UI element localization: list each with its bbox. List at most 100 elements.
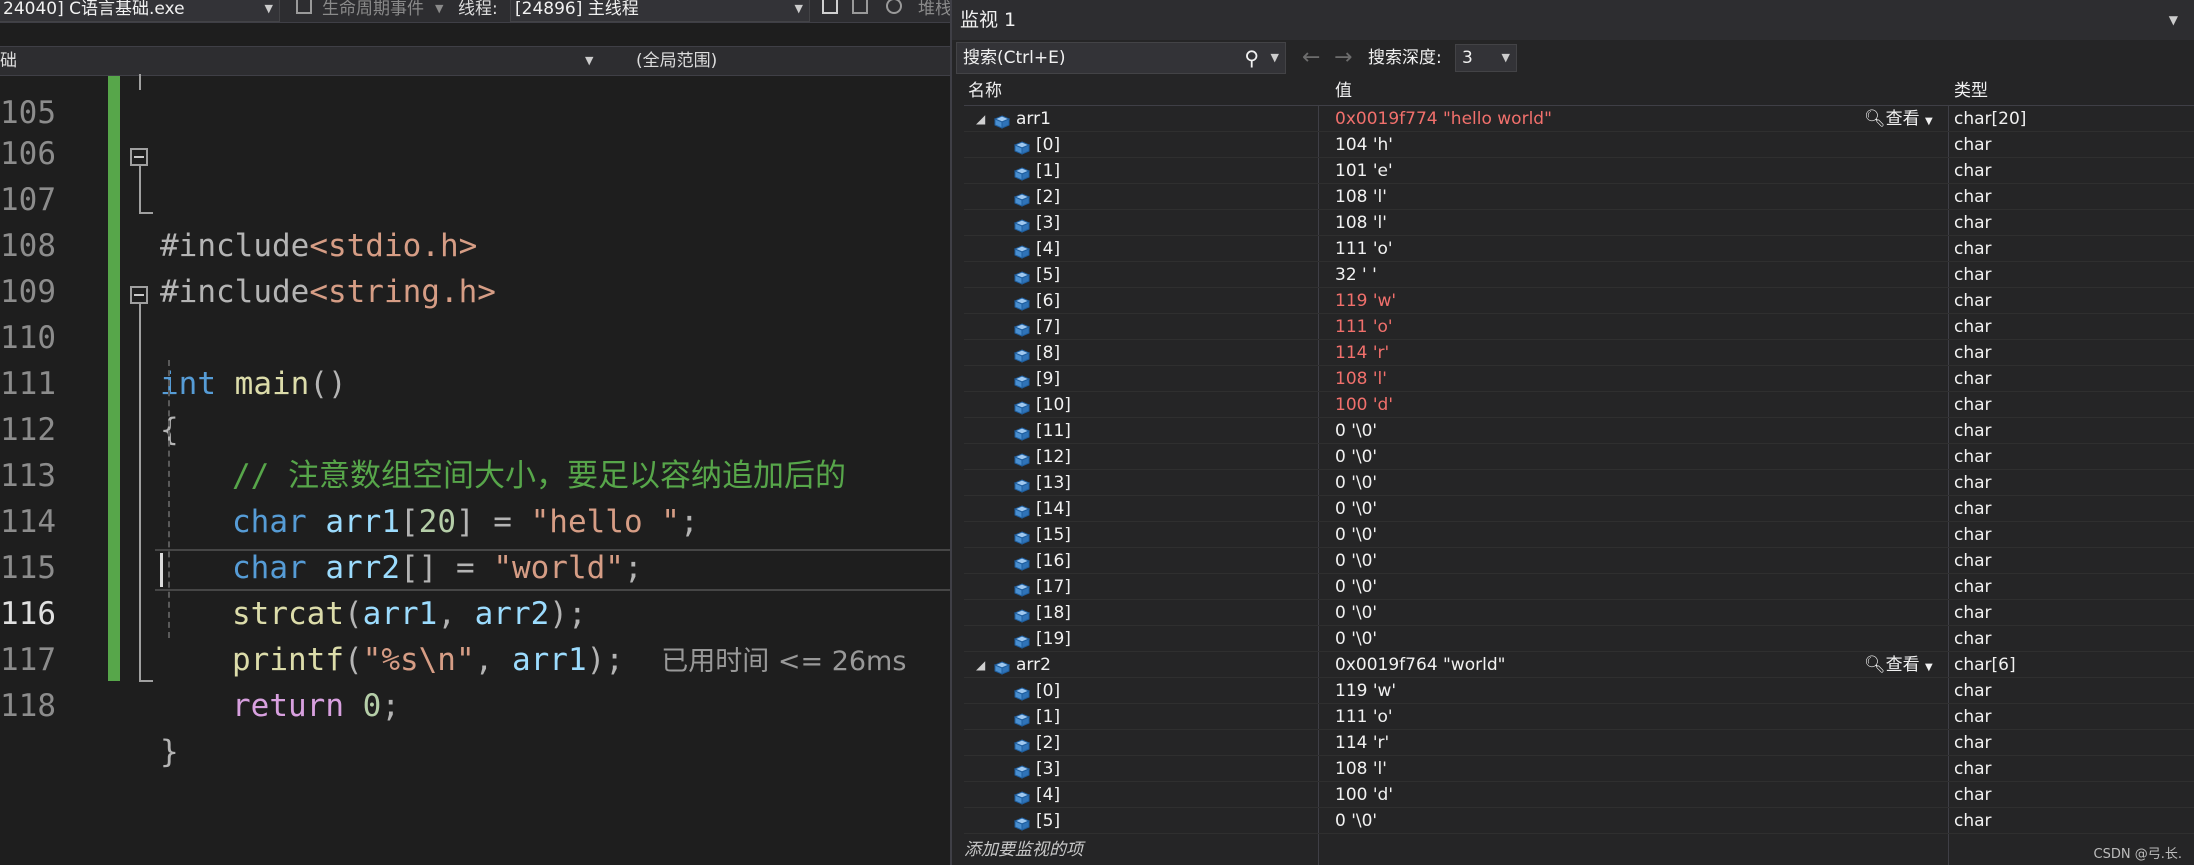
- watch-row-item[interactable]: [8] 114 'r' char: [964, 340, 2194, 366]
- code-area[interactable]: 105 106 107 #include<stdio.h> 108 #inclu…: [0, 74, 950, 865]
- element-value[interactable]: 108 'l': [1335, 184, 1387, 210]
- watch-row-item[interactable]: [14] 0 '\0' char: [964, 496, 2194, 522]
- watch-row-item[interactable]: [2] 114 'r' char: [964, 730, 2194, 756]
- element-value[interactable]: 0 '\0': [1335, 444, 1377, 470]
- element-type: char: [1954, 447, 1992, 467]
- chevron-down-icon[interactable]: ▼: [435, 0, 443, 22]
- variable-icon: [1013, 605, 1031, 623]
- filter-icon[interactable]: [852, 0, 868, 14]
- watch-column-header: 名称 值 类型: [964, 78, 2194, 106]
- element-value[interactable]: 0 '\0': [1335, 418, 1377, 444]
- watch-row-item[interactable]: [12] 0 '\0' char: [964, 444, 2194, 470]
- column-name[interactable]: 名称: [968, 78, 1002, 105]
- element-value[interactable]: 108 'l': [1335, 210, 1387, 236]
- element-value[interactable]: 108 'l': [1335, 366, 1387, 392]
- process-dropdown[interactable]: 24040] C语言基础.exe ▼: [0, 0, 280, 22]
- chevron-down-icon: ▼: [1501, 51, 1510, 64]
- watch-row-item[interactable]: [7] 111 'o' char: [964, 314, 2194, 340]
- view-label: 查看: [1885, 655, 1920, 675]
- element-value[interactable]: 101 'e': [1335, 158, 1393, 184]
- watch-row-item[interactable]: [6] 119 'w' char: [964, 288, 2194, 314]
- watch-row-item[interactable]: [11] 0 '\0' char: [964, 418, 2194, 444]
- expand-triangle-icon[interactable]: ◢: [976, 652, 985, 678]
- column-value[interactable]: 值: [1335, 78, 1352, 105]
- watch-row-item[interactable]: [9] 108 'l' char: [964, 366, 2194, 392]
- watch-row-item[interactable]: [4] 111 'o' char: [964, 236, 2194, 262]
- element-value[interactable]: 119 'w': [1335, 288, 1396, 314]
- element-value[interactable]: 0 '\0': [1335, 600, 1377, 626]
- element-value[interactable]: 0 '\0': [1335, 626, 1377, 652]
- view-button[interactable]: 🔍︎查看 ▼: [1864, 106, 1933, 135]
- variable-icon: [1013, 475, 1031, 493]
- element-value[interactable]: 32 ' ': [1335, 262, 1377, 288]
- element-value[interactable]: 114 'r': [1335, 340, 1389, 366]
- element-value[interactable]: 111 'o': [1335, 704, 1393, 730]
- thread-dropdown[interactable]: [24896] 主线程 ▼: [510, 0, 810, 22]
- column-type[interactable]: 类型: [1954, 78, 1988, 105]
- search-depth-value: 3: [1462, 48, 1473, 68]
- watch-row-item[interactable]: [3] 108 'l' char: [964, 756, 2194, 782]
- chevron-down-icon[interactable]: ▼: [1271, 43, 1279, 73]
- watch-search-input[interactable]: 搜索(Ctrl+E) ⚲ ▼: [956, 42, 1286, 74]
- watch-row-arr1[interactable]: ◢ arr1 0x0019f774 "hello world" 🔍︎查看 ▼ char[…: [964, 106, 2194, 132]
- watch-row-item[interactable]: [4] 100 'd' char: [964, 782, 2194, 808]
- variable-icon: [993, 111, 1011, 129]
- watch-row-item[interactable]: [5] 0 '\0' char: [964, 808, 2194, 834]
- lifecycle-icon[interactable]: [296, 0, 312, 14]
- element-index: [3]: [1036, 213, 1061, 233]
- collapse-icon[interactable]: [130, 148, 148, 166]
- element-value[interactable]: 0 '\0': [1335, 522, 1377, 548]
- element-index: [0]: [1036, 135, 1061, 155]
- element-value[interactable]: 111 'o': [1335, 236, 1393, 262]
- variable-value[interactable]: 0x0019f764 "world": [1335, 652, 1505, 678]
- variable-type: char[6]: [1954, 655, 2016, 675]
- flag-icon[interactable]: [822, 0, 838, 14]
- element-value[interactable]: 0 '\0': [1335, 574, 1377, 600]
- element-value[interactable]: 0 '\0': [1335, 548, 1377, 574]
- expand-triangle-icon[interactable]: ◢: [976, 106, 985, 132]
- element-index: [6]: [1036, 291, 1061, 311]
- chevron-down-icon[interactable]: ▼: [2169, 0, 2178, 40]
- element-value[interactable]: 100 'd': [1335, 392, 1393, 418]
- view-button[interactable]: 🔍︎查看 ▼: [1864, 652, 1933, 681]
- element-value[interactable]: 100 'd': [1335, 782, 1393, 808]
- collapse-icon[interactable]: [130, 286, 148, 304]
- watch-row-item[interactable]: [19] 0 '\0' char: [964, 626, 2194, 652]
- lifecycle-events-label[interactable]: 生命周期事件: [322, 0, 424, 22]
- debug-toolbar: 24040] C语言基础.exe ▼ 生命周期事件 ▼ 线程: [24896] …: [0, 0, 950, 23]
- watch-row-item[interactable]: [18] 0 '\0' char: [964, 600, 2194, 626]
- element-value[interactable]: 119 'w': [1335, 678, 1396, 704]
- watch-row-item[interactable]: [0] 119 'w' char: [964, 678, 2194, 704]
- watch-row-item[interactable]: [17] 0 '\0' char: [964, 574, 2194, 600]
- watch-row-item[interactable]: [1] 101 'e' char: [964, 158, 2194, 184]
- element-value[interactable]: 114 'r': [1335, 730, 1389, 756]
- watch-row-item[interactable]: [5] 32 ' ' char: [964, 262, 2194, 288]
- arrow-right-icon[interactable]: →: [1334, 42, 1352, 74]
- element-value[interactable]: 108 'l': [1335, 756, 1387, 782]
- element-value[interactable]: 0 '\0': [1335, 808, 1377, 834]
- watch-row-item[interactable]: [10] 100 'd' char: [964, 392, 2194, 418]
- element-value[interactable]: 0 '\0': [1335, 470, 1377, 496]
- watch-row-item[interactable]: [13] 0 '\0' char: [964, 470, 2194, 496]
- watch-row-item[interactable]: [3] 108 'l' char: [964, 210, 2194, 236]
- search-depth-dropdown[interactable]: 3 ▼: [1455, 44, 1517, 72]
- code-line: 105: [0, 44, 950, 131]
- element-index: [7]: [1036, 317, 1061, 337]
- watch-row-item[interactable]: [0] 104 'h' char: [964, 132, 2194, 158]
- watch-row-item[interactable]: [15] 0 '\0' char: [964, 522, 2194, 548]
- watch-row-item[interactable]: [1] 111 'o' char: [964, 704, 2194, 730]
- element-index: [11]: [1036, 421, 1071, 441]
- element-value[interactable]: 0 '\0': [1335, 496, 1377, 522]
- add-watch-row[interactable]: 添加要监视的项: [964, 837, 2194, 864]
- watch-row-arr2[interactable]: ◢ arr2 0x0019f764 "world" 🔍︎查看 ▼ char[6]: [964, 652, 2194, 678]
- element-value[interactable]: 111 'o': [1335, 314, 1393, 340]
- stack-icon[interactable]: [886, 0, 902, 14]
- arrow-left-icon[interactable]: ←: [1302, 42, 1320, 74]
- element-value[interactable]: 104 'h': [1335, 132, 1393, 158]
- variable-value[interactable]: 0x0019f774 "hello world": [1335, 106, 1552, 132]
- code-line: 108 #include<string.h>: [0, 177, 950, 310]
- search-icon[interactable]: ⚲: [1244, 43, 1259, 73]
- watch-row-item[interactable]: [2] 108 'l' char: [964, 184, 2194, 210]
- watch-row-item[interactable]: [16] 0 '\0' char: [964, 548, 2194, 574]
- process-label: 24040] C语言基础.exe: [3, 0, 185, 19]
